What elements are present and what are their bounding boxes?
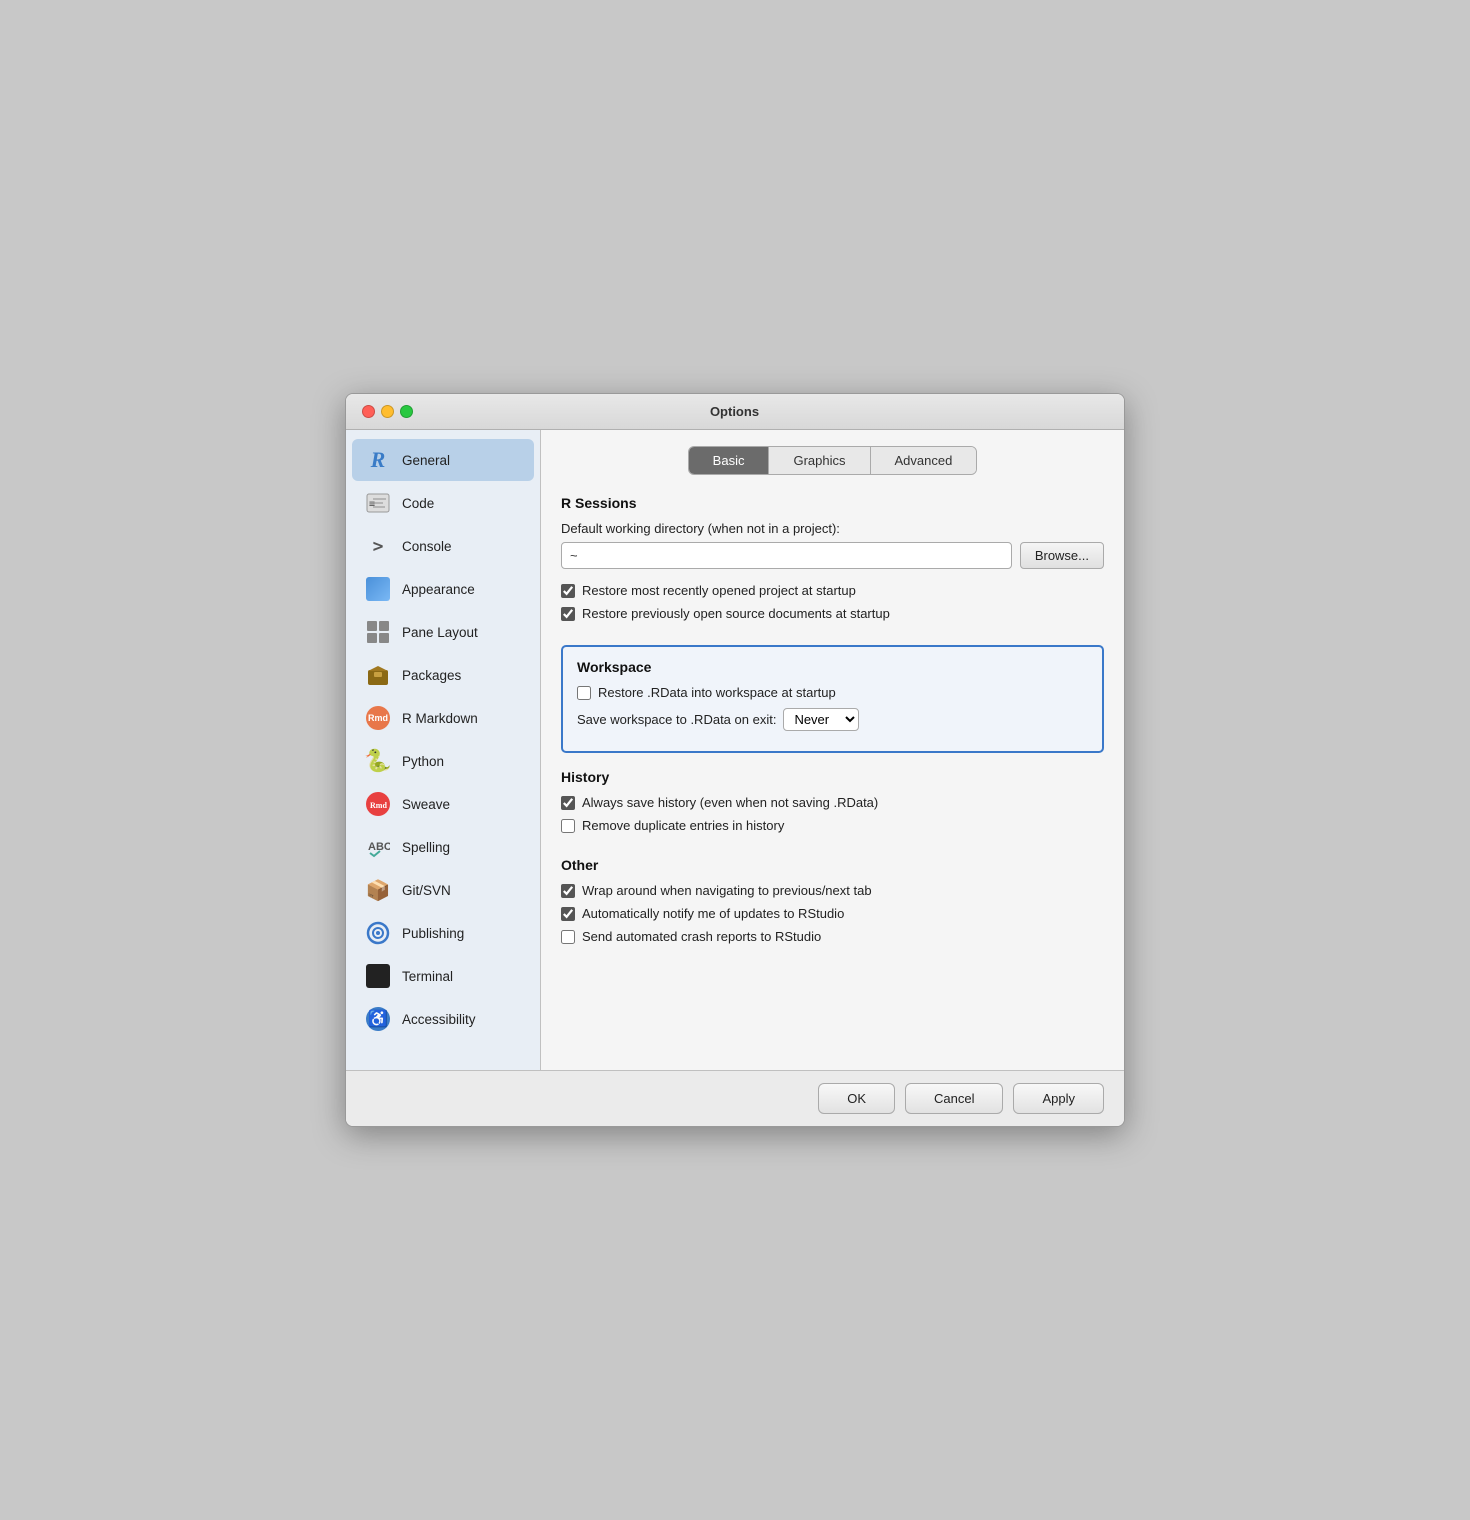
tab-bar: Basic Graphics Advanced [688, 446, 978, 475]
spelling-icon: ABC [364, 833, 392, 861]
sidebar-label-git-svn: Git/SVN [402, 883, 451, 898]
apply-button[interactable]: Apply [1013, 1083, 1104, 1114]
sidebar-label-spelling: Spelling [402, 840, 450, 855]
sidebar-item-packages[interactable]: Packages [352, 654, 534, 696]
sidebar-label-code: Code [402, 496, 434, 511]
python-icon: 🐍 [364, 747, 392, 775]
options-dialog: Options R General ≡ [345, 393, 1125, 1127]
restore-docs-checkbox-row[interactable]: Restore previously open source documents… [561, 606, 1104, 621]
sidebar-item-spelling[interactable]: ABC Spelling [352, 826, 534, 868]
restore-rdata-checkbox[interactable] [577, 686, 591, 700]
main-panel: Basic Graphics Advanced R Sessions Defau… [541, 430, 1124, 1070]
ok-button[interactable]: OK [818, 1083, 895, 1114]
workspace-title: Workspace [577, 659, 1088, 675]
remove-duplicates-label: Remove duplicate entries in history [582, 818, 784, 833]
sidebar-label-python: Python [402, 754, 444, 769]
sidebar-item-terminal[interactable]: Terminal [352, 955, 534, 997]
sidebar-label-general: General [402, 453, 450, 468]
sidebar-item-pane-layout[interactable]: Pane Layout [352, 611, 534, 653]
svg-text:Rmd: Rmd [370, 801, 387, 810]
other-title: Other [561, 857, 1104, 873]
always-save-history-row[interactable]: Always save history (even when not savin… [561, 795, 1104, 810]
always-save-history-label: Always save history (even when not savin… [582, 795, 878, 810]
sidebar-item-git-svn[interactable]: 📦 Git/SVN [352, 869, 534, 911]
sidebar-item-accessibility[interactable]: ♿ Accessibility [352, 998, 534, 1040]
sidebar-label-accessibility: Accessibility [402, 1012, 476, 1027]
tab-graphics[interactable]: Graphics [769, 447, 870, 474]
sidebar-item-code[interactable]: ≡ Code [352, 482, 534, 524]
save-workspace-row: Save workspace to .RData on exit: Never … [577, 708, 1088, 731]
dialog-body: R General ≡ Code > [346, 430, 1124, 1070]
sidebar: R General ≡ Code > [346, 430, 541, 1070]
browse-button[interactable]: Browse... [1020, 542, 1104, 569]
dir-input-row: Browse... [561, 542, 1104, 569]
r-sessions-title: R Sessions [561, 495, 1104, 511]
sidebar-label-sweave: Sweave [402, 797, 450, 812]
restore-rdata-checkbox-row[interactable]: Restore .RData into workspace at startup [577, 685, 1088, 700]
notify-updates-label: Automatically notify me of updates to RS… [582, 906, 844, 921]
dir-label: Default working directory (when not in a… [561, 521, 1104, 536]
title-bar: Options [346, 394, 1124, 430]
history-title: History [561, 769, 1104, 785]
accessibility-icon: ♿ [364, 1005, 392, 1033]
notify-updates-row[interactable]: Automatically notify me of updates to RS… [561, 906, 1104, 921]
cancel-button[interactable]: Cancel [905, 1083, 1003, 1114]
packages-icon [364, 661, 392, 689]
crash-reports-label: Send automated crash reports to RStudio [582, 929, 821, 944]
sidebar-item-publishing[interactable]: Publishing [352, 912, 534, 954]
appearance-icon [364, 575, 392, 603]
history-section: History Always save history (even when n… [561, 769, 1104, 841]
workspace-section: Workspace Restore .RData into workspace … [561, 645, 1104, 753]
save-workspace-label: Save workspace to .RData on exit: [577, 712, 776, 727]
publishing-icon [364, 919, 392, 947]
restore-project-label: Restore most recently opened project at … [582, 583, 856, 598]
restore-docs-checkbox[interactable] [561, 607, 575, 621]
r-icon: R [364, 446, 392, 474]
restore-rdata-label: Restore .RData into workspace at startup [598, 685, 836, 700]
sidebar-label-console: Console [402, 539, 452, 554]
rmd-icon: Rmd [364, 704, 392, 732]
sidebar-label-packages: Packages [402, 668, 461, 683]
git-icon: 📦 [364, 876, 392, 904]
sidebar-label-r-markdown: R Markdown [402, 711, 478, 726]
tab-basic[interactable]: Basic [689, 447, 770, 474]
sidebar-label-pane-layout: Pane Layout [402, 625, 478, 640]
sidebar-item-python[interactable]: 🐍 Python [352, 740, 534, 782]
sidebar-item-console[interactable]: > Console [352, 525, 534, 567]
dialog-footer: OK Cancel Apply [346, 1070, 1124, 1126]
restore-project-checkbox[interactable] [561, 584, 575, 598]
terminal-icon [364, 962, 392, 990]
sidebar-label-appearance: Appearance [402, 582, 475, 597]
dir-input[interactable] [561, 542, 1012, 569]
restore-docs-label: Restore previously open source documents… [582, 606, 890, 621]
sidebar-item-appearance[interactable]: Appearance [352, 568, 534, 610]
remove-duplicates-row[interactable]: Remove duplicate entries in history [561, 818, 1104, 833]
always-save-history-checkbox[interactable] [561, 796, 575, 810]
sidebar-item-general[interactable]: R General [352, 439, 534, 481]
restore-project-checkbox-row[interactable]: Restore most recently opened project at … [561, 583, 1104, 598]
wrap-around-label: Wrap around when navigating to previous/… [582, 883, 872, 898]
remove-duplicates-checkbox[interactable] [561, 819, 575, 833]
wrap-around-checkbox[interactable] [561, 884, 575, 898]
svg-text:≡: ≡ [369, 499, 375, 510]
sweave-icon: Rmd [364, 790, 392, 818]
sidebar-label-publishing: Publishing [402, 926, 464, 941]
crash-reports-checkbox[interactable] [561, 930, 575, 944]
crash-reports-row[interactable]: Send automated crash reports to RStudio [561, 929, 1104, 944]
dialog-title: Options [361, 404, 1108, 419]
save-workspace-select[interactable]: Never Always Ask [783, 708, 859, 731]
notify-updates-checkbox[interactable] [561, 907, 575, 921]
pane-layout-icon [364, 618, 392, 646]
sidebar-label-terminal: Terminal [402, 969, 453, 984]
wrap-around-row[interactable]: Wrap around when navigating to previous/… [561, 883, 1104, 898]
sidebar-item-sweave[interactable]: Rmd Sweave [352, 783, 534, 825]
code-icon: ≡ [364, 489, 392, 517]
tab-advanced[interactable]: Advanced [871, 447, 977, 474]
console-icon: > [364, 532, 392, 560]
sidebar-item-r-markdown[interactable]: Rmd R Markdown [352, 697, 534, 739]
other-section: Other Wrap around when navigating to pre… [561, 857, 1104, 952]
r-sessions-section: R Sessions Default working directory (wh… [561, 495, 1104, 629]
